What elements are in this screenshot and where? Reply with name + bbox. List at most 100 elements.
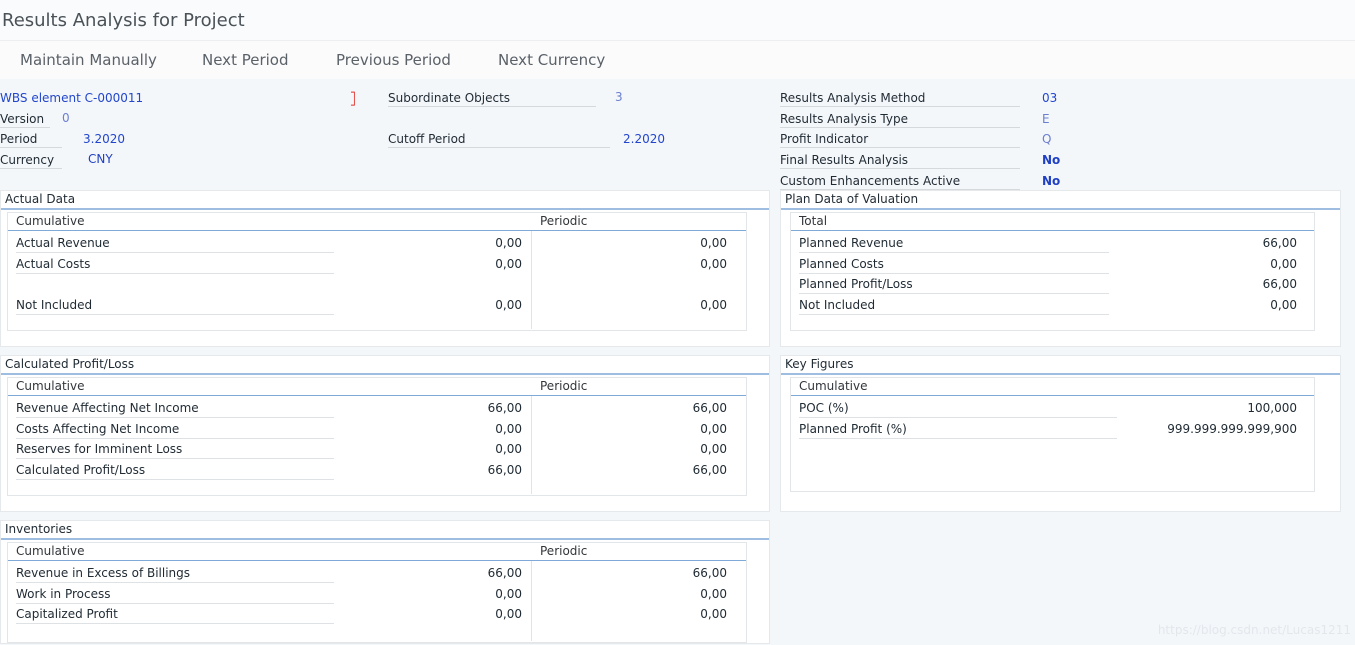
header-line: [8, 560, 746, 561]
total-value: 66,00: [1262, 277, 1297, 291]
next-currency-button[interactable]: Next Currency: [498, 51, 605, 69]
toolbar: Maintain Manually Next Period Previous P…: [0, 41, 1355, 79]
row-label: Revenue in Excess of Billings: [16, 565, 334, 583]
cumulative-value: 0,00: [495, 298, 522, 312]
cumulative-value: 0,00: [495, 442, 522, 456]
wbs-element-link[interactable]: WBS element C-000011: [0, 90, 143, 106]
periodic-value: 0,00: [700, 587, 727, 601]
maintain-manually-button[interactable]: Maintain Manually: [20, 51, 157, 69]
section-divider: [1, 208, 769, 210]
periodic-value: 66,00: [692, 566, 727, 580]
cumulative-value: 66,00: [487, 401, 522, 415]
cutoff-period-label: Cutoff Period: [388, 131, 610, 148]
plan-data-section: Plan Data of Valuation Total Planned Rev…: [780, 190, 1341, 347]
row-label: Actual Revenue: [16, 235, 334, 253]
final-ra-value: No: [1042, 153, 1061, 167]
ra-method-value: 03: [1042, 91, 1058, 105]
cumulative-value: 100,000: [1247, 401, 1297, 415]
cumulative-value: 66,00: [487, 463, 522, 477]
row-label: Work in Process: [16, 586, 334, 604]
total-value: 66,00: [1262, 236, 1297, 250]
plan-data-table: Total Planned Revenue 66,00 Planned Cost…: [790, 212, 1315, 331]
column-header-cumulative: Cumulative: [16, 544, 85, 558]
calculated-profit-loss-section: Calculated Profit/Loss Cumulative Period…: [0, 355, 770, 512]
main-content: WBS element C-000011 Version 0 Period 3.…: [0, 79, 1355, 645]
row-label: Planned Profit (%): [799, 421, 1117, 439]
calculated-profit-loss-title: Calculated Profit/Loss: [5, 357, 135, 371]
currency-label: Currency: [0, 152, 62, 169]
period-value: 3.2020: [83, 132, 125, 146]
row-label: Actual Costs: [16, 256, 334, 274]
periodic-value: 0,00: [700, 257, 727, 271]
periodic-value: 0,00: [700, 607, 727, 621]
previous-period-button[interactable]: Previous Period: [336, 51, 451, 69]
subordinate-objects-value[interactable]: 3: [615, 89, 623, 105]
row-label: Planned Revenue: [799, 235, 1109, 253]
periodic-value: 66,00: [692, 463, 727, 477]
key-figures-table: Cumulative POC (%) 100,000 Planned Profi…: [790, 377, 1315, 492]
profit-indicator-value: Q: [1042, 132, 1052, 146]
periodic-value: 0,00: [700, 442, 727, 456]
row-label: Not Included: [799, 297, 1109, 315]
period-label: Period: [0, 131, 62, 148]
cumulative-value: 0,00: [495, 587, 522, 601]
cumulative-value: 66,00: [487, 566, 522, 580]
column-header-periodic: Periodic: [540, 214, 588, 228]
cutoff-period-value: 2.2020: [623, 132, 665, 146]
column-header-total: Total: [799, 214, 828, 228]
column-header-cumulative: Cumulative: [16, 214, 85, 228]
inventories-section: Inventories Cumulative Periodic Revenue …: [0, 520, 770, 644]
row-label: Reserves for Imminent Loss: [16, 441, 334, 459]
inventories-table: Cumulative Periodic Revenue in Excess of…: [7, 542, 747, 643]
row-label: Planned Costs: [799, 256, 1109, 274]
periodic-value: 0,00: [700, 236, 727, 250]
column-header-cumulative: Cumulative: [16, 379, 85, 393]
section-divider: [1, 538, 769, 540]
cumulative-value: 0,00: [495, 607, 522, 621]
periodic-value: 0,00: [700, 422, 727, 436]
column-separator: [531, 561, 532, 641]
column-header-periodic: Periodic: [540, 544, 588, 558]
page-title: Results Analysis for Project: [2, 10, 245, 31]
periodic-value: 66,00: [692, 401, 727, 415]
inventories-title: Inventories: [5, 522, 73, 536]
column-separator: [531, 396, 532, 494]
row-label: Calculated Profit/Loss: [16, 462, 334, 480]
actual-data-title: Actual Data: [5, 192, 76, 206]
next-period-button[interactable]: Next Period: [202, 51, 288, 69]
cumulative-value: 0,00: [495, 236, 522, 250]
column-header-periodic: Periodic: [540, 379, 588, 393]
actual-data-table: Cumulative Periodic Actual Revenue 0,00 …: [7, 212, 747, 331]
currency-value: CNY: [88, 152, 113, 166]
version-label: Version: [0, 111, 50, 128]
column-separator: [531, 231, 532, 329]
row-label: Planned Profit/Loss: [799, 276, 1109, 294]
ra-type-label: Results Analysis Type: [780, 111, 1020, 128]
watermark: https://blog.csdn.net/Lucas1211: [1157, 623, 1351, 637]
key-figures-section: Key Figures Cumulative POC (%) 100,000 P…: [780, 355, 1341, 512]
header-line: [791, 230, 1314, 231]
row-label: Not Included: [16, 297, 334, 315]
row-label: Costs Affecting Net Income: [16, 421, 334, 439]
subordinate-objects-label: Subordinate Objects: [388, 90, 596, 107]
bracket-top-icon: ┐: [351, 86, 358, 99]
row-label: POC (%): [799, 400, 1117, 418]
ra-method-label: Results Analysis Method: [780, 90, 1020, 107]
custom-enhancements-label: Custom Enhancements Active: [780, 173, 1020, 190]
cumulative-value: 0,00: [495, 257, 522, 271]
plan-data-title: Plan Data of Valuation: [785, 192, 919, 206]
row-label: Capitalized Profit: [16, 606, 334, 624]
cumulative-value: 0,00: [495, 422, 522, 436]
actual-data-section: Actual Data Cumulative Periodic Actual R…: [0, 190, 770, 347]
section-divider: [781, 373, 1340, 375]
calculated-profit-loss-table: Cumulative Periodic Revenue Affecting Ne…: [7, 377, 747, 496]
header-line: [8, 230, 746, 231]
section-divider: [1, 373, 769, 375]
final-ra-label: Final Results Analysis: [780, 152, 1020, 169]
key-figures-title: Key Figures: [785, 357, 854, 371]
version-value: 0: [62, 111, 70, 125]
header-line: [8, 395, 746, 396]
cumulative-value: 999.999.999.999,900: [1167, 422, 1297, 436]
title-bar: Results Analysis for Project: [0, 0, 1355, 41]
profit-indicator-label: Profit Indicator: [780, 131, 1020, 148]
